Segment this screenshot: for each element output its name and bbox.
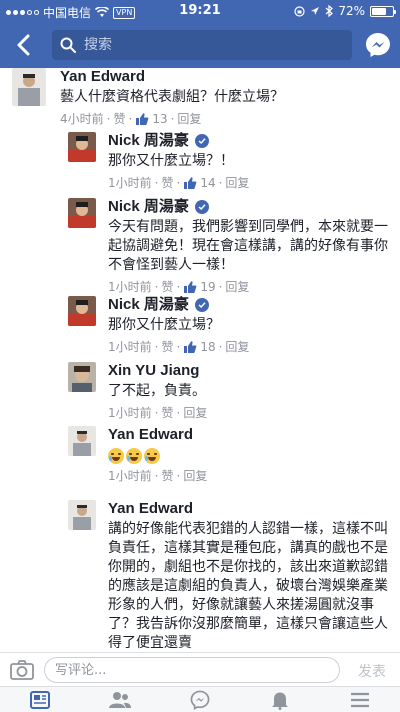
- like-count: 13: [152, 112, 168, 126]
- reply-button[interactable]: 回复: [183, 405, 207, 421]
- comment-meta: 1小时前 · 赞 · 回复: [108, 405, 208, 421]
- friends-icon: [109, 691, 131, 708]
- comment-reply: Nick 周湯豪 那你又什麼立場？！ 1小时前 · 赞 · 14 · 回复: [68, 132, 392, 192]
- like-button[interactable]: 赞: [161, 339, 173, 355]
- comment-reply: Yan Edward 講的好像能代表犯錯的人認錯一樣，這樣不叫負責任，這樣其實是…: [68, 500, 392, 652]
- comment-input[interactable]: [44, 657, 340, 683]
- comment-text: 今天有問題，我們影響到同學們，本來就要一起協調避免！現在會這樣講，講的好像有事你…: [108, 219, 388, 273]
- avatar[interactable]: [68, 426, 96, 456]
- verified-badge-icon: [194, 298, 209, 312]
- comment-author[interactable]: Yan Edward: [108, 426, 392, 444]
- comment-meta: 1小时前 · 赞 · 14 · 回复: [108, 175, 250, 191]
- avatar[interactable]: [68, 132, 96, 162]
- tab-friends[interactable]: [80, 687, 160, 712]
- messenger-icon: [366, 33, 390, 57]
- tab-notifications[interactable]: [240, 687, 320, 712]
- avatar[interactable]: [12, 68, 46, 106]
- location-icon: [311, 7, 320, 15]
- thumbs-up-icon: [184, 177, 197, 189]
- rofl-emoji-icon: [144, 448, 160, 464]
- comment-meta: 4小时前 · 赞 · 13 · 回复: [60, 111, 202, 127]
- comment-time: 4小时前: [60, 112, 104, 126]
- menu-icon: [351, 692, 369, 707]
- comment-meta: 1小时前 · 赞 · 19 · 回复: [108, 279, 250, 295]
- tab-messenger[interactable]: [160, 687, 240, 712]
- tab-news-feed[interactable]: [0, 687, 80, 712]
- avatar[interactable]: [68, 296, 96, 326]
- comment-meta: 1小时前 · 赞 · 18 · 回复: [108, 339, 250, 355]
- lock-rotation-icon: [294, 5, 305, 17]
- reply-button[interactable]: 回复: [225, 175, 249, 191]
- search-input[interactable]: [84, 37, 334, 53]
- top-navigation-bar: [0, 22, 400, 68]
- comment: Yan Edward 藝人什麼資格代表劇組？什麼立場？ 4小时前 · 赞 · 13 ·…: [12, 68, 392, 126]
- comment-text: 了不起，負責。: [108, 383, 206, 399]
- reply-button[interactable]: 回复: [225, 279, 249, 295]
- comment-text: 講的好像能代表犯錯的人認錯一樣，這樣不叫負責任，這樣其實是種包庇，講真的戲也不是…: [108, 521, 388, 651]
- messenger-button[interactable]: [364, 31, 392, 59]
- comment-author[interactable]: Nick 周湯豪: [108, 132, 392, 150]
- notifications-icon: [272, 692, 288, 710]
- camera-icon: [10, 660, 34, 680]
- rofl-emoji-icon: [126, 448, 142, 464]
- comment-reply: Nick 周湯豪 今天有問題，我們影響到同學們，本來就要一起協調避免！現在會這樣…: [68, 198, 392, 294]
- reply-button[interactable]: 回复: [177, 111, 201, 127]
- comment-text: 那你又什麼立場？！: [108, 153, 234, 169]
- avatar[interactable]: [68, 198, 96, 228]
- like-count: 19: [200, 280, 216, 294]
- comment-time: 1小时前: [108, 469, 152, 483]
- thumbs-up-icon: [184, 281, 197, 293]
- comment-author[interactable]: Xin YU Jiang: [108, 362, 392, 380]
- post-comment-button[interactable]: 发表: [358, 661, 386, 681]
- comment-time: 1小时前: [108, 176, 152, 190]
- avatar[interactable]: [68, 500, 96, 530]
- reply-button[interactable]: 回复: [183, 468, 207, 484]
- comment-composer: 发表: [0, 652, 400, 686]
- comment-author[interactable]: Nick 周湯豪: [108, 198, 392, 216]
- bluetooth-icon: [325, 5, 334, 17]
- camera-button[interactable]: [10, 659, 34, 681]
- comment-meta: 1小时前 · 赞 · 回复: [108, 468, 208, 484]
- search-box[interactable]: [52, 30, 352, 60]
- like-button[interactable]: 赞: [161, 175, 173, 191]
- status-bar: 中国电信 VPN 19:21 72%: [0, 0, 400, 22]
- rofl-emoji-icon: [108, 448, 124, 464]
- bottom-tab-bar: [0, 686, 400, 712]
- like-button[interactable]: 赞: [113, 111, 125, 127]
- search-icon: [60, 37, 76, 53]
- comment-author[interactable]: Yan Edward: [108, 500, 392, 518]
- news-feed-icon: [30, 690, 50, 709]
- comment-reply: Xin YU Jiang 了不起，負責。 1小时前 · 赞 · 回复: [68, 362, 392, 421]
- like-button[interactable]: 赞: [161, 279, 173, 295]
- like-button[interactable]: 赞: [161, 405, 173, 421]
- comment-time: 1小时前: [108, 340, 152, 354]
- comment-time: 1小时前: [108, 280, 152, 294]
- verified-badge-icon: [194, 134, 209, 148]
- comment-reply: Nick 周湯豪 那你又什麼立場？ 1小时前 · 赞 · 18 · 回复: [68, 296, 392, 356]
- emoji-row: [108, 448, 392, 464]
- comment-author[interactable]: Nick 周湯豪: [108, 296, 392, 314]
- like-button[interactable]: 赞: [161, 468, 173, 484]
- like-count: 14: [200, 176, 216, 190]
- thumbs-up-icon: [184, 341, 197, 353]
- comment-thread: Yan Edward 藝人什麼資格代表劇組？什麼立場？ 4小时前 · 赞 · 13 ·…: [0, 68, 400, 652]
- comment-author[interactable]: Yan Edward: [60, 68, 392, 86]
- thumbs-up-icon: [136, 113, 149, 125]
- chevron-left-icon: [17, 34, 30, 56]
- battery-icon: [370, 5, 396, 17]
- tab-menu[interactable]: [320, 687, 400, 712]
- comment-time: 1小时前: [108, 406, 152, 420]
- comment-text: 藝人什麼資格代表劇組？什麼立場？: [60, 89, 284, 105]
- back-button[interactable]: [8, 30, 38, 60]
- avatar[interactable]: [68, 362, 96, 392]
- messenger-icon: [190, 690, 210, 710]
- comment-reply: Yan Edward 1小时前 · 赞 · 回复: [68, 426, 392, 490]
- like-count: 18: [200, 340, 216, 354]
- battery-percent: 72%: [338, 4, 365, 18]
- verified-badge-icon: [194, 200, 209, 214]
- comment-text: 那你又什麼立場？: [108, 317, 220, 333]
- reply-button[interactable]: 回复: [225, 339, 249, 355]
